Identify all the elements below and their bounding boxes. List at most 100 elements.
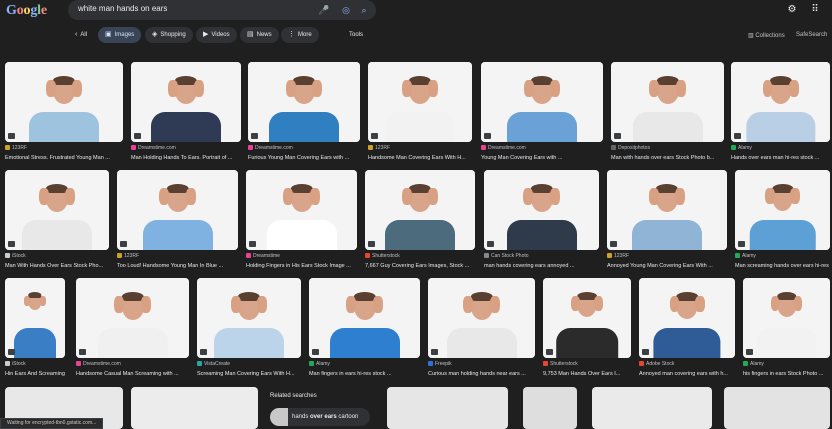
result-card[interactable]: Can Stock Photo man hands covering ears a…	[484, 170, 599, 285]
collection-badge-icon[interactable]	[200, 349, 207, 355]
tab-videos[interactable]: ▶ Videos	[196, 27, 237, 43]
result-thumbnail[interactable]	[5, 62, 123, 142]
collection-badge-icon[interactable]	[487, 241, 494, 247]
result-source[interactable]: iStock	[5, 361, 65, 367]
collections-link[interactable]: ▥ Collections	[748, 32, 785, 39]
result-card[interactable]: Alamy Man screaming hands over ears hi-re…	[735, 170, 830, 285]
result-source[interactable]: 123RF	[607, 253, 727, 259]
result-caption[interactable]: Annoyed man covering ears with h...	[639, 371, 735, 377]
result-caption[interactable]: Furious Young Man Covering Ears with ...	[248, 155, 360, 161]
result-card[interactable]: 123RF Emotional Stress. Frustrated Young …	[5, 62, 123, 177]
result-card[interactable]	[387, 387, 508, 429]
result-caption[interactable]: Man fingers in ears hi-res stock ...	[309, 371, 420, 377]
result-card[interactable]	[131, 387, 258, 429]
collection-badge-icon[interactable]	[734, 133, 741, 139]
result-card[interactable]: Dreamstime Holding Fingers in His Ears St…	[246, 170, 357, 285]
collection-badge-icon[interactable]	[8, 133, 15, 139]
result-source[interactable]: Freepik	[428, 361, 535, 367]
collection-badge-icon[interactable]	[368, 241, 375, 247]
result-source[interactable]: Alamy	[731, 145, 830, 151]
result-caption[interactable]: man hands covering ears annoyed ...	[484, 263, 599, 269]
result-thumbnail[interactable]	[724, 387, 830, 429]
result-card[interactable]: Freepik Curious man holding hands near ea…	[428, 278, 535, 393]
result-thumbnail[interactable]	[131, 62, 241, 142]
result-card[interactable]: Shutterstock 9,753 Man Hands Over Ears I.…	[543, 278, 631, 393]
result-thumbnail[interactable]	[428, 278, 535, 358]
result-card[interactable]: Dreamstime.com Man Holding Hands To Ears.…	[131, 62, 241, 177]
result-source[interactable]: iStock	[5, 253, 109, 259]
result-thumbnail[interactable]	[368, 62, 472, 142]
result-source[interactable]: Alamy	[735, 253, 830, 259]
tab-images[interactable]: ▣ Images	[98, 27, 142, 43]
result-card[interactable]: 123RF Annoyed Young Man Covering Ears Wit…	[607, 170, 727, 285]
collection-badge-icon[interactable]	[642, 349, 649, 355]
collection-badge-icon[interactable]	[738, 241, 745, 247]
result-thumbnail[interactable]	[246, 170, 357, 250]
result-caption[interactable]: Man with hands over ears Stock Photo b..…	[611, 155, 724, 161]
tab-tools[interactable]: Tools	[342, 27, 370, 43]
result-card[interactable]: Dreamstime.com Furious Young Man Covering…	[248, 62, 360, 177]
collection-badge-icon[interactable]	[746, 349, 753, 355]
result-source[interactable]: Dreamstime.com	[248, 145, 360, 151]
result-card[interactable]: Alamy Man fingers in ears hi-res stock ..…	[309, 278, 420, 393]
search-box[interactable]: white man hands on ears 🎤 ◎ ⌕	[68, 0, 376, 20]
result-caption[interactable]: Man With Hands Over Ears Stock Pho...	[5, 263, 109, 269]
result-card[interactable]	[523, 387, 577, 429]
result-source[interactable]: Shutterstock	[365, 253, 475, 259]
result-caption[interactable]: Holding Fingers in His Ears Stock Image …	[246, 263, 357, 269]
result-card[interactable]: Adobe Stock Annoyed man covering ears wit…	[639, 278, 735, 393]
result-thumbnail[interactable]	[592, 387, 712, 429]
collection-badge-icon[interactable]	[610, 241, 617, 247]
result-thumbnail[interactable]	[76, 278, 189, 358]
result-card[interactable]: 123RF Too Loud! Handsome Young Man In Blu…	[117, 170, 238, 285]
result-caption[interactable]: his fingers in ears Stock Photo ...	[743, 371, 830, 377]
result-source[interactable]: Can Stock Photo	[484, 253, 599, 259]
collection-badge-icon[interactable]	[431, 349, 438, 355]
result-thumbnail[interactable]	[197, 278, 301, 358]
result-card[interactable]: Alamy his fingers in ears Stock Photo ...	[743, 278, 830, 393]
result-caption[interactable]: Screaming Man Covering Ears With H...	[197, 371, 301, 377]
result-thumbnail[interactable]	[639, 278, 735, 358]
result-source[interactable]: Dreamstime	[246, 253, 357, 259]
result-card[interactable]: 123RF Handsome Man Covering Ears With H..…	[368, 62, 472, 177]
result-caption[interactable]: Emotional Stress. Frustrated Young Man .…	[5, 155, 123, 161]
result-card[interactable]: Dreamstime.com Handsome Casual Man Scream…	[76, 278, 189, 393]
result-thumbnail[interactable]	[365, 170, 475, 250]
result-caption[interactable]: Annoyed Young Man Covering Ears With ...	[607, 263, 727, 269]
result-thumbnail[interactable]	[743, 278, 830, 358]
search-input[interactable]: white man hands on ears	[78, 4, 167, 13]
result-caption[interactable]: 9,753 Man Hands Over Ears I...	[543, 371, 631, 377]
result-thumbnail[interactable]	[5, 278, 65, 358]
result-caption[interactable]: Man Holding Hands To Ears. Portrait of .…	[131, 155, 241, 161]
result-source[interactable]: Shutterstock	[543, 361, 631, 367]
collection-badge-icon[interactable]	[134, 133, 141, 139]
result-source[interactable]: Dreamstime.com	[131, 145, 241, 151]
result-caption[interactable]: Man screaming hands over ears hi-res ...	[735, 263, 830, 269]
safesearch-link[interactable]: SafeSearch	[796, 32, 827, 38]
result-source[interactable]: VistaCreate	[197, 361, 301, 367]
google-logo[interactable]: Google	[6, 3, 47, 19]
result-source[interactable]: Alamy	[743, 361, 830, 367]
related-search-item[interactable]: hands over ears cartoon	[270, 408, 370, 426]
collection-badge-icon[interactable]	[312, 349, 319, 355]
result-thumbnail[interactable]	[607, 170, 727, 250]
result-caption[interactable]: Too Loud! Handsome Young Man In Blue ...	[117, 263, 238, 269]
result-thumbnail[interactable]	[5, 170, 109, 250]
lens-icon[interactable]: ◎	[340, 4, 352, 16]
result-card[interactable]	[724, 387, 830, 429]
result-card[interactable]: Alamy Hands over ears man hi-res stock ..…	[731, 62, 830, 177]
result-thumbnail[interactable]	[117, 170, 238, 250]
collection-badge-icon[interactable]	[79, 349, 86, 355]
result-caption[interactable]: Hin Ears And Screaming...	[5, 371, 65, 377]
collection-badge-icon[interactable]	[614, 133, 621, 139]
collection-badge-icon[interactable]	[371, 133, 378, 139]
result-source[interactable]: Depositphotos	[611, 145, 724, 151]
collection-badge-icon[interactable]	[249, 241, 256, 247]
result-thumbnail[interactable]	[735, 170, 830, 250]
collection-badge-icon[interactable]	[546, 349, 553, 355]
result-caption[interactable]: Handsome Casual Man Screaming with ...	[76, 371, 189, 377]
result-caption[interactable]: Handsome Man Covering Ears With H...	[368, 155, 472, 161]
result-source[interactable]: Dreamstime.com	[481, 145, 603, 151]
collection-badge-icon[interactable]	[484, 133, 491, 139]
collection-badge-icon[interactable]	[8, 241, 15, 247]
